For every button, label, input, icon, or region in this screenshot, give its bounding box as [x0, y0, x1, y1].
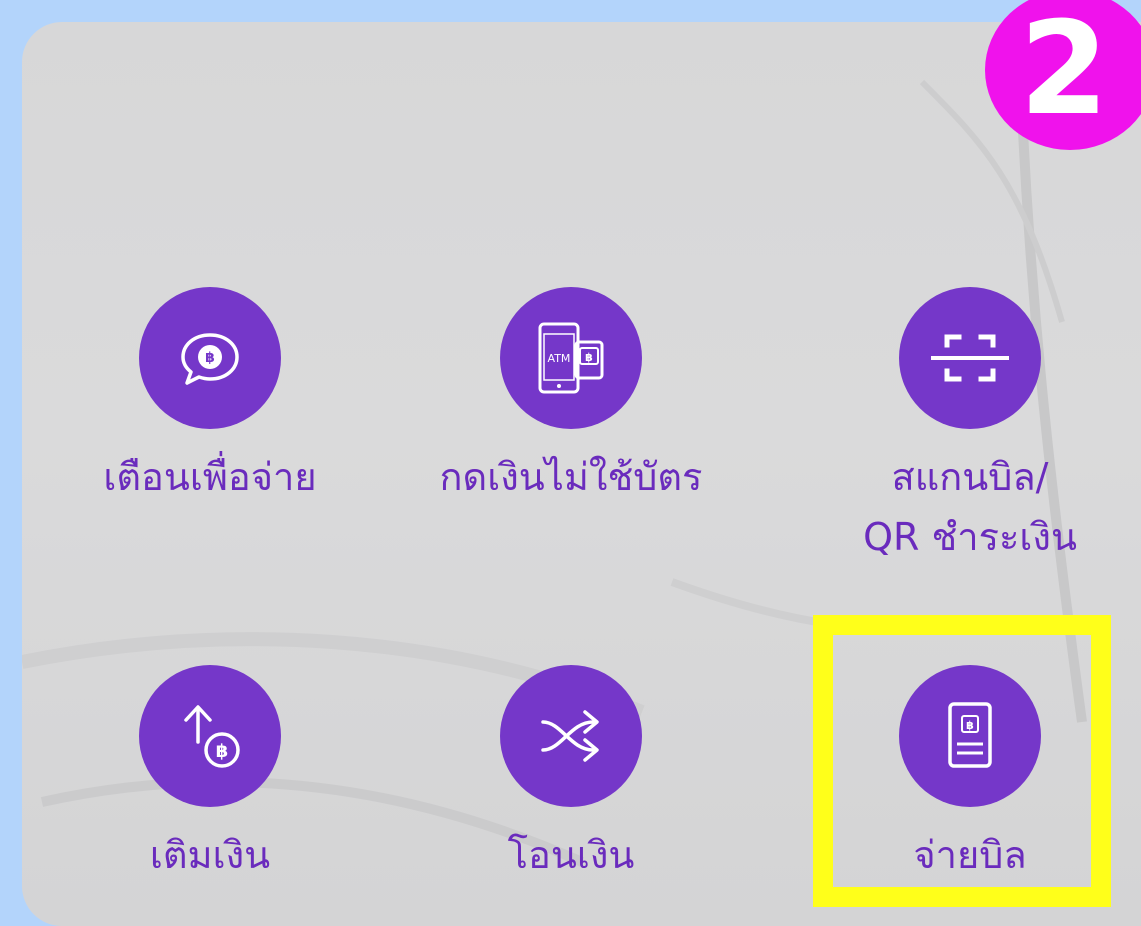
menu-item-icon-circle [899, 287, 1041, 429]
menu-item-icon-circle: ฿ [139, 665, 281, 807]
menu-item-label-line2: QR ชำระเงิน [863, 515, 1077, 559]
menu-item-transfer[interactable]: โอนเงิน [441, 665, 701, 885]
menu-item-scan-bill-qr[interactable]: สแกนบิล/ QR ชำระเงิน [835, 287, 1105, 567]
menu-item-label: สแกนบิล/ QR ชำระเงิน [863, 447, 1077, 567]
atm-icon-text: ATM [548, 352, 571, 365]
menu-item-label: เติมเงิน [149, 833, 271, 877]
menu-item-icon-circle: ฿ [139, 287, 281, 429]
menu-item-icon-circle: ATM ฿ [500, 287, 642, 429]
menu-item-label: โอนเงิน [507, 833, 635, 877]
highlight-frame [813, 615, 1111, 907]
transfer-shuffle-icon [541, 710, 599, 762]
menu-item-icon-circle [500, 665, 642, 807]
atm-cardless-icon: ATM ฿ [538, 322, 604, 394]
menu-item-label: กดเงินไม่ใช้บัตร [439, 455, 703, 499]
menu-item-cardless-withdrawal[interactable]: ATM ฿ กดเงินไม่ใช้บัตร [439, 287, 703, 507]
menu-item-pay-reminder[interactable]: ฿ เตือนเพื่อจ่าย [85, 287, 335, 507]
scan-frame-icon [931, 334, 1009, 382]
menu-item-top-up[interactable]: ฿ เติมเงิน [85, 665, 335, 885]
step-number-text: 2 [1019, 0, 1109, 144]
svg-text:฿: ฿ [585, 351, 593, 364]
menu-item-label: เตือนเพื่อจ่าย [103, 455, 317, 499]
svg-text:฿: ฿ [216, 741, 229, 762]
svg-text:฿: ฿ [205, 350, 215, 366]
baht-chat-bubble-icon: ฿ [181, 333, 239, 385]
menu-item-label-line1: สแกนบิล/ [891, 455, 1049, 499]
top-up-baht-icon: ฿ [184, 705, 240, 768]
